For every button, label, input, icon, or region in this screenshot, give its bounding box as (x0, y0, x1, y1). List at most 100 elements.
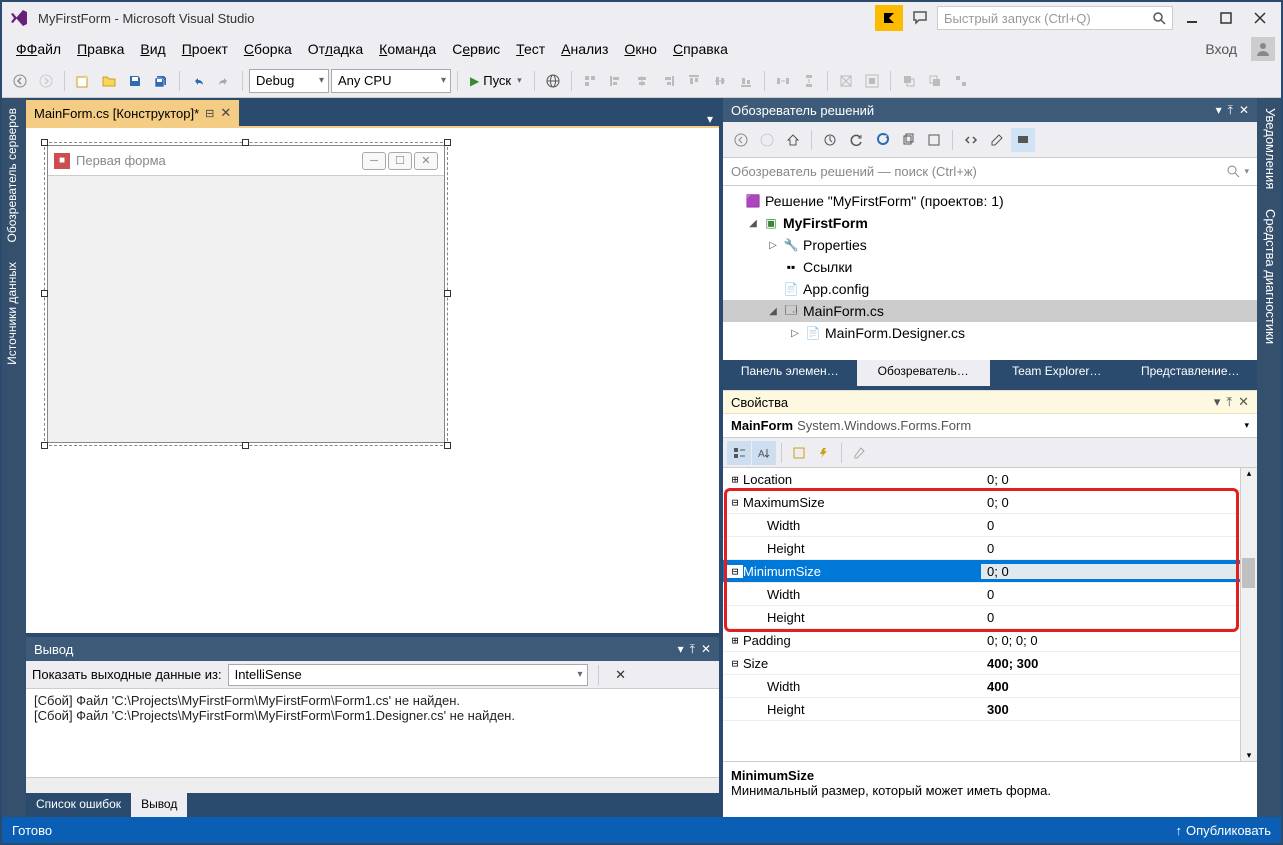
solution-tree[interactable]: 🟪Решение "MyFirstForm" (проектов: 1) ◢▣M… (723, 186, 1257, 360)
expand-icon[interactable]: ▷ (767, 240, 779, 251)
menu-project[interactable]: Проект (174, 37, 236, 61)
output-dropdown-icon[interactable]: ▾ (678, 642, 684, 657)
open-file-button[interactable] (97, 69, 121, 93)
sol-dropdown-icon[interactable]: ▾ (1216, 103, 1222, 118)
output-pin-icon[interactable]: ⤒ (690, 642, 695, 657)
properties-grid[interactable]: ▴ ▾ ⊞Location0; 0 ⊟MaximumSize0; 0 Width… (723, 468, 1257, 761)
platform-combo[interactable]: Any CPU (331, 69, 451, 93)
quick-launch-input[interactable]: Быстрый запуск (Ctrl+Q) (937, 6, 1173, 30)
appconfig-node[interactable]: App.config (803, 281, 869, 297)
save-button[interactable] (123, 69, 147, 93)
categorized-icon[interactable] (727, 441, 751, 465)
props-close-icon[interactable]: ✕ (1238, 394, 1249, 410)
scrollbar-thumb[interactable] (1242, 558, 1255, 588)
menu-build[interactable]: Сборка (236, 37, 300, 61)
output-scrollbar[interactable] (26, 777, 719, 793)
login-link[interactable]: Вход (1205, 41, 1243, 57)
mainform-node[interactable]: MainForm.cs (803, 303, 884, 319)
solution-search-input[interactable]: Обозреватель решений — поиск (Ctrl+ж) ▾ (723, 158, 1257, 186)
document-tab-mainform[interactable]: MainForm.cs [Конструктор]* ⊟ ✕ (26, 100, 239, 126)
sol-properties-icon[interactable] (985, 128, 1009, 152)
sol-sync-icon[interactable] (818, 128, 842, 152)
expand-icon[interactable]: ◢ (747, 218, 759, 229)
menu-file[interactable]: ФФайл (8, 37, 69, 61)
close-tab-icon[interactable]: ✕ (220, 105, 231, 121)
form-designer-surface[interactable]: ■ Первая форма ─ ☐ ✕ (26, 126, 719, 633)
server-explorer-tab[interactable]: Обозреватель серверов (2, 98, 26, 252)
prop-row-size-height[interactable]: Height300 (723, 698, 1257, 721)
start-debug-button[interactable]: ▶Пуск▾ (464, 69, 528, 93)
properties-node[interactable]: Properties (803, 237, 867, 253)
notifications-tab[interactable]: Уведомления (1257, 98, 1281, 199)
alphabetical-icon[interactable]: A (752, 441, 776, 465)
pin-icon[interactable]: ⊟ (205, 107, 214, 120)
property-pages-icon[interactable] (847, 441, 871, 465)
diagnostics-tab[interactable]: Средства диагностики (1257, 199, 1281, 354)
prop-row-maximumsize[interactable]: ⊟MaximumSize0; 0 (723, 491, 1257, 514)
prop-row-padding[interactable]: ⊞Padding0; 0; 0; 0 (723, 629, 1257, 652)
output-tab[interactable]: Вывод (131, 793, 187, 817)
feedback-icon[interactable] (907, 7, 933, 29)
sol-refresh-icon[interactable] (844, 128, 868, 152)
sol-preview-icon[interactable] (1011, 128, 1035, 152)
prop-row-minimumsize[interactable]: ⊟MinimumSize0; 0 (723, 560, 1257, 583)
toolbox-tab[interactable]: Панель элемен… (723, 360, 857, 386)
properties-page-icon[interactable] (787, 441, 811, 465)
redo-button[interactable] (212, 69, 236, 93)
output-close-icon[interactable]: ✕ (701, 642, 711, 657)
close-button[interactable] (1245, 7, 1275, 29)
data-sources-tab[interactable]: Источники данных (2, 252, 26, 375)
minimize-button[interactable] (1177, 7, 1207, 29)
menu-help[interactable]: Справка (665, 37, 736, 61)
menu-analyze[interactable]: Анализ (553, 37, 616, 61)
menu-debug[interactable]: Отладка (300, 37, 371, 61)
references-node[interactable]: Ссылки (803, 259, 852, 275)
sol-back-icon[interactable] (729, 128, 753, 152)
output-clear-icon[interactable]: ✕ (609, 663, 633, 687)
events-icon[interactable] (812, 441, 836, 465)
menu-test[interactable]: Тест (508, 37, 553, 61)
sol-home-icon[interactable] (781, 128, 805, 152)
sol-showall-icon[interactable] (922, 128, 946, 152)
prop-row-location[interactable]: ⊞Location0; 0 (723, 468, 1257, 491)
props-pin-icon[interactable]: ⤒ (1226, 394, 1232, 410)
publish-button[interactable]: ↑Опубликовать (1175, 823, 1271, 838)
save-all-button[interactable] (149, 69, 173, 93)
prop-row-min-height[interactable]: Height0 (723, 606, 1257, 629)
prop-row-max-height[interactable]: Height0 (723, 537, 1257, 560)
menu-view[interactable]: Вид (132, 37, 173, 61)
sol-copy-icon[interactable] (896, 128, 920, 152)
expand-icon[interactable]: ◢ (767, 306, 779, 317)
configuration-combo[interactable]: Debug (249, 69, 329, 93)
menu-services[interactable]: Сервис (444, 37, 508, 61)
sol-pin-icon[interactable]: ⤒ (1228, 103, 1233, 118)
solution-node[interactable]: Решение "MyFirstForm" (проектов: 1) (765, 193, 1004, 209)
undo-button[interactable] (186, 69, 210, 93)
prop-row-size[interactable]: ⊟Size400; 300 (723, 652, 1257, 675)
solution-explorer-tab[interactable]: Обозреватель… (857, 360, 991, 386)
browser-button[interactable] (541, 69, 565, 93)
sol-code-icon[interactable] (959, 128, 983, 152)
prop-row-size-width[interactable]: Width400 (723, 675, 1257, 698)
prop-row-min-width[interactable]: Width0 (723, 583, 1257, 606)
maximize-button[interactable] (1211, 7, 1241, 29)
team-explorer-tab[interactable]: Team Explorer… (990, 360, 1124, 386)
props-dropdown-icon[interactable]: ▾ (1214, 394, 1221, 410)
menu-edit[interactable]: Правка (69, 37, 132, 61)
nav-forward-button[interactable] (34, 69, 58, 93)
menu-team[interactable]: Команда (371, 37, 444, 61)
prop-row-max-width[interactable]: Width0 (723, 514, 1257, 537)
sol-close-icon[interactable]: ✕ (1239, 103, 1249, 118)
notifications-flag-icon[interactable] (875, 5, 903, 31)
project-node[interactable]: MyFirstForm (783, 215, 868, 231)
class-view-tab[interactable]: Представление… (1124, 360, 1258, 386)
sol-forward-icon[interactable] (755, 128, 779, 152)
output-content[interactable]: [Сбой] Файл 'C:\Projects\MyFirstForm\MyF… (26, 689, 719, 777)
user-avatar-icon[interactable] (1251, 37, 1275, 61)
expand-icon[interactable]: ▷ (789, 328, 801, 339)
properties-object-selector[interactable]: MainFormSystem.Windows.Forms.Form ▾ (723, 414, 1257, 438)
nav-back-button[interactable] (8, 69, 32, 93)
properties-scrollbar[interactable]: ▴ ▾ (1240, 468, 1257, 761)
sol-collapse-icon[interactable] (870, 128, 894, 152)
designer-node[interactable]: MainForm.Designer.cs (825, 325, 965, 341)
